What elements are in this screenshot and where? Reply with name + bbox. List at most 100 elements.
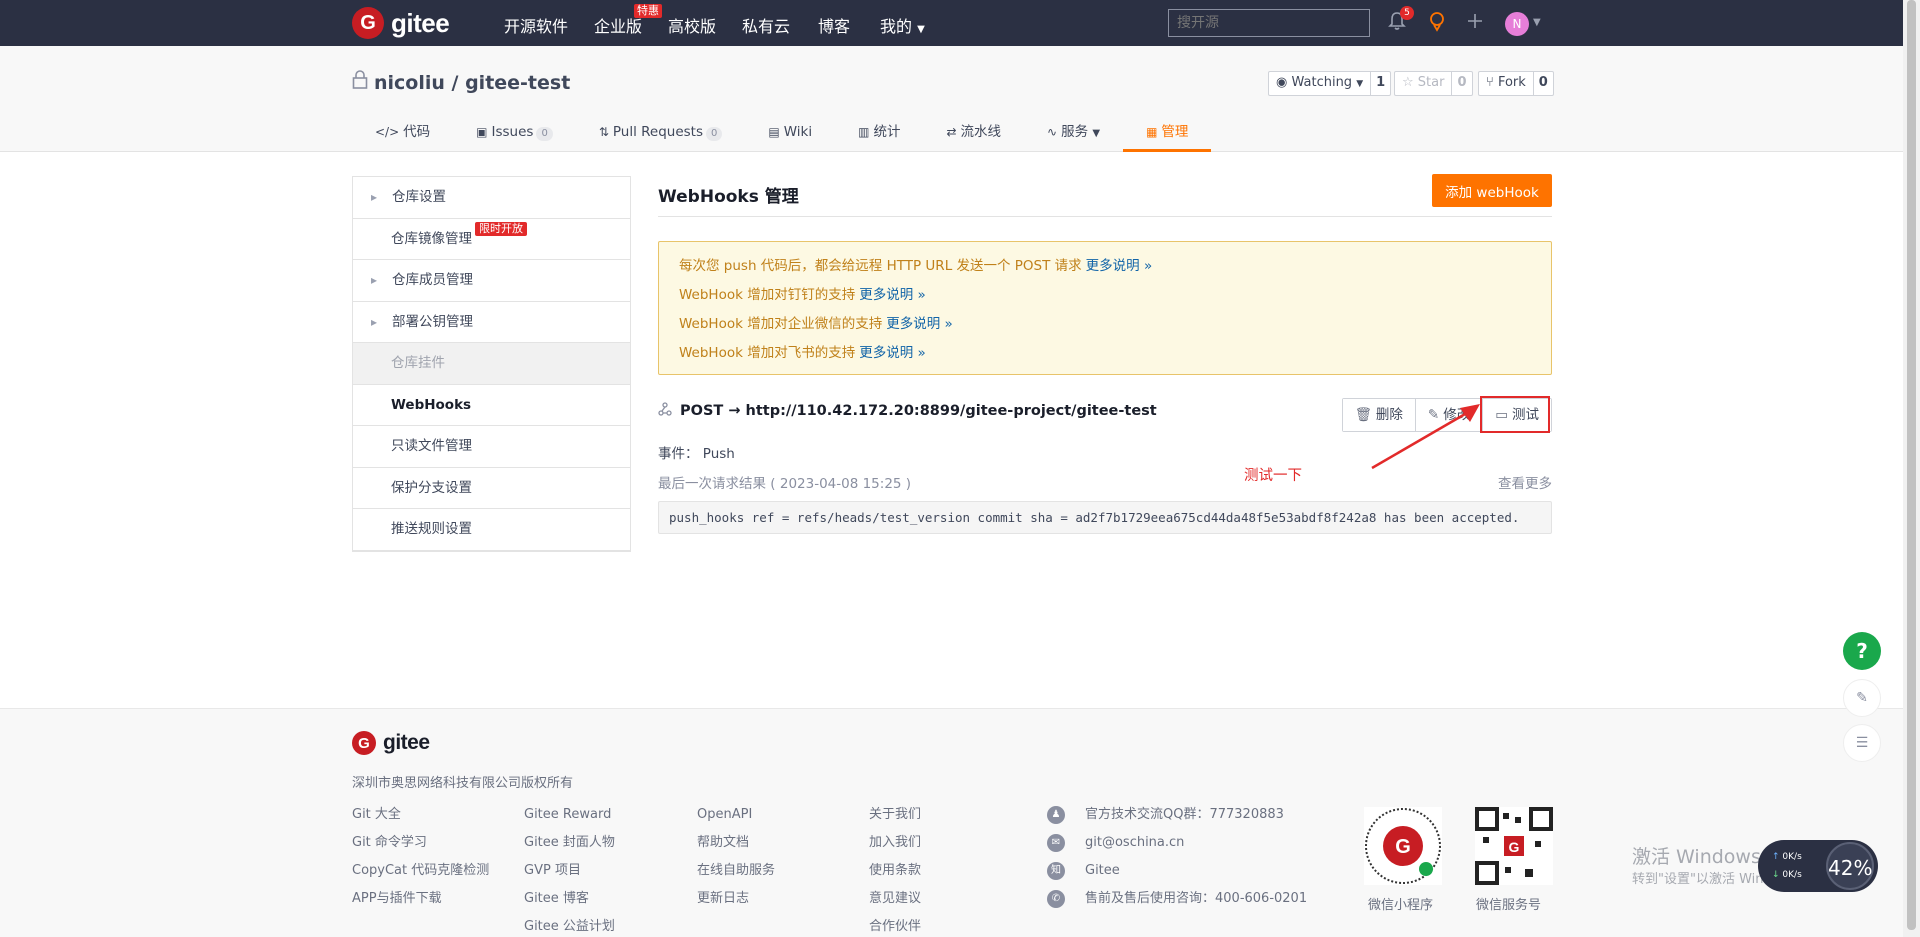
footer-link[interactable]: Git 命令学习 (352, 829, 489, 857)
project-header: nicoliu / gitee-test ◉ Watching ▼ 1 ☆ St… (0, 46, 1903, 152)
tab-services[interactable]: ∿ 服务 ▼ (1024, 117, 1123, 152)
notice-line: 每次您 push 代码后，都会给远程 HTTP URL 发送一个 POST 请求… (679, 252, 1531, 281)
nav-mine[interactable]: 我的 ▼ (880, 13, 925, 37)
brand-name: gitee (391, 7, 450, 38)
watching-button[interactable]: ◉ Watching ▼ (1268, 71, 1372, 96)
footer-link[interactable]: GVP 项目 (524, 857, 615, 885)
footer-link[interactable]: 使用条款 (869, 857, 921, 885)
tab-pull-requests[interactable]: ⇅ Pull Requests 0 (576, 117, 746, 152)
notice-text: 每次您 push 代码后，都会给远程 HTTP URL 发送一个 POST 请求 (679, 258, 1082, 274)
tab-label: Wiki (783, 124, 813, 140)
more-link[interactable]: 更多说明 » (1086, 258, 1153, 274)
sidebar-item-members[interactable]: 仓库成员管理 (353, 260, 630, 302)
sidebar-item-readonly-files[interactable]: 只读文件管理 (353, 426, 630, 468)
tab-label: 服务 (1061, 124, 1089, 140)
last-request-result: 最后一次请求结果 ( 2023-04-08 15:25 ) (658, 476, 912, 492)
star-button[interactable]: ☆ Star (1394, 71, 1453, 96)
tab-stats[interactable]: ▥ 统计 (835, 117, 923, 152)
sidebar-item-repo-settings[interactable]: 仓库设置 (353, 177, 630, 219)
notice-line: WebHook 增加对企业微信的支持 更多说明 » (679, 310, 1531, 339)
fork-count[interactable]: 0 (1533, 71, 1554, 96)
net-speeds: ↑ 0K/s ↓ 0K/s (1772, 848, 1802, 884)
more-link[interactable]: 更多说明 » (859, 345, 926, 361)
more-link[interactable]: 更多说明 » (886, 316, 953, 332)
edit-button[interactable]: ✎ 修改 (1415, 399, 1484, 431)
watching-count[interactable]: 1 (1371, 71, 1392, 96)
footer-link[interactable]: 关于我们 (869, 801, 921, 829)
footer-link[interactable]: 加入我们 (869, 829, 921, 857)
footer-link[interactable]: CopyCat 代码克隆检测 (352, 857, 489, 885)
plus-icon[interactable] (1466, 11, 1484, 35)
cpu-usage: 42% (1826, 842, 1874, 890)
webhook-actions: 🗑 删除 ✎ 修改 ▭ 测试 (1341, 398, 1552, 432)
tab-issues[interactable]: ▣ Issues 0 (453, 117, 576, 152)
contact-phone[interactable]: ✆ 售前及售后使用咨询：400-606-0201 (1047, 885, 1307, 913)
lightbulb-icon[interactable] (1428, 11, 1446, 38)
feedback-edit-icon[interactable]: ✎ (1843, 679, 1881, 717)
pulse-icon: ∿ (1047, 125, 1058, 139)
chevron-down-icon: ▼ (917, 24, 925, 35)
footer-link[interactable]: Gitee Reward (524, 801, 615, 829)
tab-pipeline[interactable]: ⇄ 流水线 (923, 117, 1024, 152)
scrollbar-thumb[interactable] (1907, 0, 1916, 930)
footer-link[interactable]: Git 大全 (352, 801, 489, 829)
tab-code[interactable]: </> 代码 (352, 117, 453, 152)
footer-link[interactable]: Gitee 公益计划 (524, 913, 615, 937)
contact-text: Gitee (1085, 863, 1120, 878)
chat-icon[interactable]: ☰ (1843, 724, 1881, 762)
nav-education[interactable]: 高校版 (668, 13, 716, 37)
tab-label: 代码 (403, 124, 431, 140)
test-button[interactable]: ▭ 测试 (1483, 399, 1551, 431)
footer-link[interactable]: Gitee 博客 (524, 885, 615, 913)
document-icon: ▦ (1146, 125, 1158, 139)
footer-link[interactable]: OpenAPI (697, 801, 775, 829)
windows-watermark: 激活 Windows (1632, 846, 1761, 868)
divider (658, 216, 1552, 217)
add-webhook-button[interactable]: 添加 webHook (1432, 174, 1552, 207)
more-link[interactable]: 更多说明 » (859, 287, 926, 303)
star-count[interactable]: 0 (1452, 71, 1473, 96)
footer-logo[interactable]: G gitee (352, 731, 430, 755)
view-more-link[interactable]: 查看更多 (1498, 472, 1552, 492)
repo-name[interactable]: nicoliu / gitee-test (374, 72, 570, 94)
sidebar-item-protected-branches[interactable]: 保护分支设置 (353, 468, 630, 509)
response-output: push_hooks ref = refs/heads/test_version… (658, 501, 1552, 534)
nav-private-cloud[interactable]: 私有云 (742, 13, 790, 37)
avatar-chevron-icon[interactable]: ▼ (1533, 17, 1541, 28)
sidebar-item-webhooks[interactable]: WebHooks (353, 385, 630, 426)
issues-icon: ▣ (476, 125, 488, 139)
footer-link[interactable]: 合作伙伴 (869, 913, 921, 937)
footer-link[interactable]: 更新日志 (697, 885, 775, 913)
gitee-logo[interactable]: G gitee (352, 7, 450, 39)
contact-qq[interactable]: ♟ 官方技术交流QQ群：777320883 (1047, 801, 1307, 829)
search-input[interactable] (1168, 9, 1370, 37)
edit-label: 修改 (1443, 407, 1471, 423)
svg-text:G: G (1395, 836, 1411, 858)
tab-count: 0 (536, 127, 553, 141)
tab-wiki[interactable]: ▤ Wiki (745, 117, 835, 152)
footer-link[interactable]: 帮助文档 (697, 829, 775, 857)
network-monitor-widget[interactable]: ↑ 0K/s ↓ 0K/s 42% (1758, 840, 1878, 892)
nav-blog[interactable]: 博客 (818, 13, 850, 37)
footer-link[interactable]: 意见建议 (869, 885, 921, 913)
sidebar-item-deploy-keys[interactable]: 部署公钥管理 (353, 302, 630, 343)
tab-manage[interactable]: ▦ 管理 (1123, 117, 1212, 152)
footer-column-1: Git 大全 Git 命令学习 CopyCat 代码克隆检测 APP与插件下载 (352, 801, 489, 913)
pull-request-icon: ⇅ (598, 125, 609, 139)
help-button[interactable]: ? (1843, 632, 1881, 670)
bar-chart-icon: ▥ (858, 125, 870, 139)
webhook-url-text: POST → http://110.42.172.20:8899/gitee-p… (680, 403, 1157, 419)
nav-open-source[interactable]: 开源软件 (504, 13, 568, 37)
avatar[interactable]: N (1505, 12, 1529, 36)
footer-link[interactable]: APP与插件下载 (352, 885, 489, 913)
footer-link[interactable]: Gitee 封面人物 (524, 829, 615, 857)
contact-email[interactable]: ✉ git@oschina.cn (1047, 829, 1307, 857)
pipeline-icon: ⇄ (946, 125, 957, 139)
sidebar-item-push-rules[interactable]: 推送规则设置 (353, 509, 630, 551)
delete-button[interactable]: 🗑 删除 (1342, 399, 1416, 431)
trash-icon: 🗑 (1354, 407, 1372, 423)
fork-button[interactable]: ⑂ Fork (1478, 71, 1534, 96)
contact-zhihu[interactable]: 知 Gitee (1047, 857, 1307, 885)
footer-link[interactable]: 在线自助服务 (697, 857, 775, 885)
notice-text: WebHook 增加对企业微信的支持 (679, 316, 883, 332)
